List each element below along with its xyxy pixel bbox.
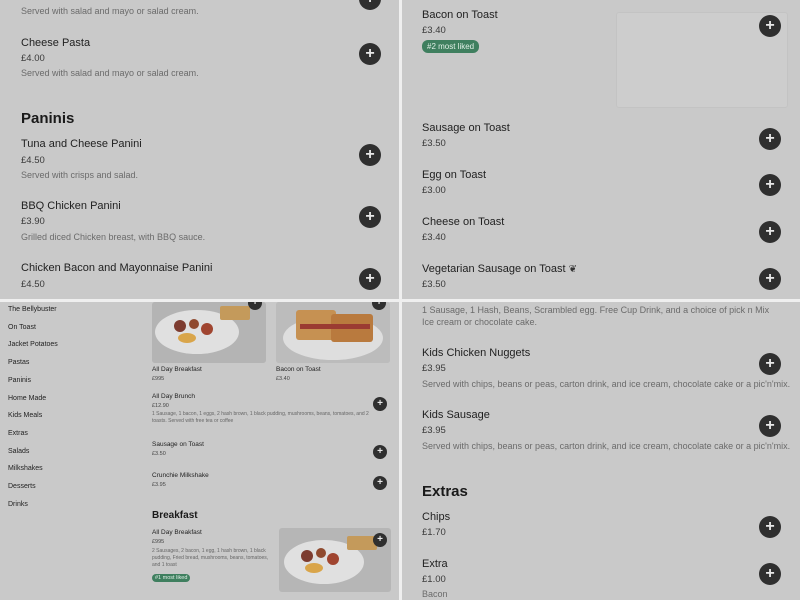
item-description: 1 Sausage, 1 bacon, 1 eggs, 2 hash brown…	[152, 411, 369, 424]
item-description: Grilled diced Chicken breast, with BBQ s…	[21, 232, 206, 242]
add-item-button[interactable]: +	[759, 353, 781, 375]
menu-panel-pastas-paninis: Served with salad and mayo or salad crea…	[0, 0, 399, 299]
bacon-toast-photo[interactable]	[276, 302, 390, 363]
item-name[interactable]: Sausage on Toast	[152, 441, 204, 448]
add-item-button[interactable]: +	[759, 415, 781, 437]
item-name[interactable]: Kids Sausage	[422, 409, 490, 421]
item-name[interactable]: Extra	[422, 558, 448, 570]
item-name[interactable]: Cheese Pasta	[21, 37, 90, 49]
item-price: £3.40	[422, 25, 446, 36]
add-item-button[interactable]: +	[759, 516, 781, 538]
item-price: £3.90	[21, 216, 45, 227]
item-price: £3.95	[152, 482, 166, 488]
add-item-button[interactable]: +	[759, 128, 781, 150]
add-item-button[interactable]: +	[759, 174, 781, 196]
item-description: Bacon	[422, 589, 448, 599]
item-price: £3.50	[422, 138, 446, 149]
sidebar-item-kids-meals[interactable]: Kids Meals	[8, 412, 42, 419]
item-name[interactable]: Cheese on Toast	[422, 216, 504, 228]
add-item-button[interactable]: +	[373, 476, 387, 490]
item-name[interactable]: All Day Brunch	[152, 393, 195, 400]
sidebar-item-jacket-potatoes[interactable]: Jacket Potatoes	[8, 341, 58, 348]
add-item-button[interactable]: +	[359, 268, 381, 290]
add-item-button[interactable]: +	[759, 221, 781, 243]
item-description: Served with salad and mayo or salad crea…	[21, 68, 199, 78]
item-name[interactable]: Egg on Toast	[422, 169, 486, 181]
add-item-button[interactable]: +	[359, 144, 381, 166]
sidebar-item-desserts[interactable]: Desserts	[8, 483, 36, 490]
card-price: £3.40	[276, 376, 290, 382]
item-name[interactable]: Chicken Bacon and Mayonnaise Panini	[21, 262, 212, 274]
item-price: £3.40	[422, 232, 446, 243]
most-liked-badge: #1 most liked	[152, 574, 191, 582]
item-price: £995	[152, 539, 165, 545]
section-heading: Extras	[422, 483, 468, 500]
item-name[interactable]: BBQ Chicken Panini	[21, 200, 121, 212]
sidebar-item-paninis[interactable]: Paninis	[8, 377, 31, 384]
breakfast-photo[interactable]	[152, 302, 266, 363]
item-name[interactable]: Kids Chicken Nuggets	[422, 347, 530, 359]
add-item-button[interactable]: +	[373, 533, 387, 547]
item-name[interactable]: Vegetarian Sausage on Toast ❦	[422, 263, 577, 275]
item-description: Served with crisps and salad.	[21, 170, 139, 180]
menu-panel-kids-extras: 1 Sausage, 1 Hash, Beans, Scrambled egg.…	[402, 302, 800, 600]
add-item-button[interactable]: +	[359, 43, 381, 65]
item-name[interactable]: Bacon on Toast	[422, 9, 498, 21]
item-name[interactable]: Crunchie Milkshake	[152, 472, 209, 479]
card-name[interactable]: Bacon on Toast	[276, 366, 321, 373]
item-description: 2 Sausages, 2 bacon, 1 egg, 1 hash brown…	[152, 548, 269, 568]
item-price: £12.90	[152, 403, 169, 409]
item-name[interactable]: Tuna and Cheese Panini	[21, 138, 142, 150]
card-name[interactable]: All Day Breakfast	[152, 366, 202, 373]
add-item-button[interactable]: +	[373, 397, 387, 411]
item-description: Served with chips, beans or peas, carton…	[422, 379, 791, 389]
item-name[interactable]: Sausage on Toast	[422, 122, 510, 134]
sidebar-item-milkshakes[interactable]: Milkshakes	[8, 465, 43, 472]
section-heading: Paninis	[21, 110, 75, 127]
menu-panel-desktop-overview: The Bellybuster On Toast Jacket Potatoes…	[0, 302, 399, 600]
sidebar-item-bellybuster[interactable]: The Bellybuster	[8, 306, 57, 313]
item-price: £3.95	[422, 363, 446, 374]
item-name-text: Vegetarian Sausage on Toast	[422, 263, 566, 275]
item-price: £3.50	[152, 451, 166, 457]
sidebar-item-pastas[interactable]: Pastas	[8, 359, 29, 366]
item-price: £4.50	[21, 279, 45, 290]
add-item-button[interactable]: +	[373, 445, 387, 459]
item-name[interactable]: All Day Breakfast	[152, 529, 202, 536]
item-price: £1.00	[422, 574, 446, 585]
item-name[interactable]: Chips	[422, 511, 450, 523]
panel-divider	[0, 299, 800, 302]
item-description: 1 Sausage, 1 Hash, Beans, Scrambled egg.…	[422, 305, 770, 327]
sidebar-item-extras[interactable]: Extras	[8, 430, 28, 437]
card-price: £995	[152, 376, 165, 382]
sidebar-item-salads[interactable]: Salads	[8, 448, 29, 455]
add-item-button[interactable]: +	[759, 268, 781, 290]
add-item-button[interactable]: +	[359, 0, 381, 10]
add-item-button[interactable]: +	[759, 15, 781, 37]
breakfast-plate-image	[152, 302, 266, 363]
sidebar-item-home-made[interactable]: Home Made	[8, 395, 46, 402]
bacon-toast-image	[276, 302, 390, 363]
item-description: Served with chips, beans or peas, carton…	[422, 441, 791, 451]
item-price: £4.50	[21, 155, 45, 166]
leaf-icon: ❦	[568, 264, 577, 275]
most-liked-badge: #2 most liked	[422, 40, 480, 53]
item-price: £3.50	[422, 279, 446, 290]
item-price: £3.95	[422, 425, 446, 436]
section-heading: Breakfast	[152, 510, 198, 521]
add-item-button[interactable]: +	[359, 206, 381, 228]
item-price: £1.70	[422, 527, 446, 538]
sidebar-item-on-toast[interactable]: On Toast	[8, 324, 36, 331]
sidebar-item-drinks[interactable]: Drinks	[8, 501, 28, 508]
menu-panel-on-toast: Bacon on Toast £3.40 #2 most liked + Sau…	[402, 0, 800, 299]
add-item-button[interactable]: +	[759, 563, 781, 585]
item-description: Served with salad and mayo or salad crea…	[21, 6, 199, 16]
item-price: £3.00	[422, 185, 446, 196]
screenshot-grid: Served with salad and mayo or salad crea…	[0, 0, 800, 600]
item-price: £4.00	[21, 53, 45, 64]
